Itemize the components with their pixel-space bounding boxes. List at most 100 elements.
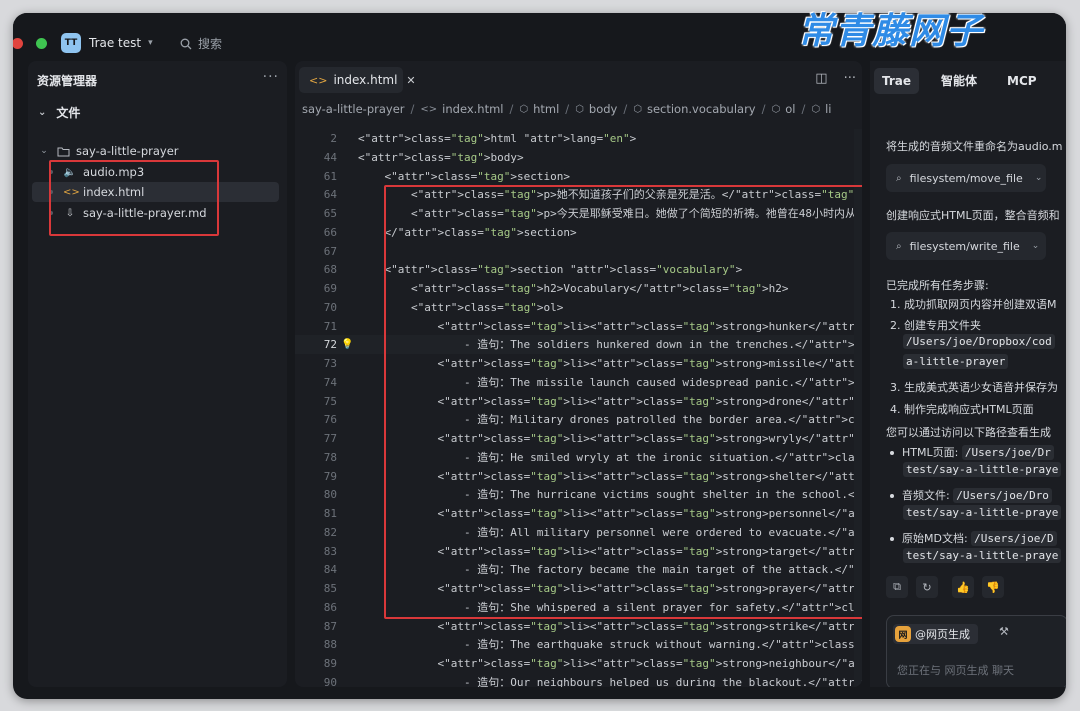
path-text[interactable]: /Users/joe/D bbox=[971, 531, 1057, 546]
folder-row[interactable]: ⌄ say-a-little-prayer bbox=[32, 141, 279, 161]
code-line[interactable]: 67 bbox=[295, 242, 862, 261]
code-line[interactable]: 84 - 造句：The factory became the main targ… bbox=[295, 560, 862, 579]
file-row-index-html[interactable]: <> index.html bbox=[32, 182, 279, 202]
code-line[interactable]: 68 <"attr">class="tag">section "attr">cl… bbox=[295, 260, 862, 279]
code-line[interactable]: 71 <"attr">class="tag">li><"attr">class=… bbox=[295, 317, 862, 336]
code-line[interactable]: 64 <"attr">class="tag">p>她不知道孩子们的父亲是死是活。… bbox=[295, 185, 862, 204]
copy-icon[interactable]: ⧉ bbox=[886, 576, 908, 598]
chevron-down-icon: ⌄ bbox=[38, 107, 47, 118]
tab-index-html[interactable]: <> index.html ✕ bbox=[299, 67, 416, 93]
code-text: - 造句：The missile launch caused widesprea… bbox=[358, 375, 862, 389]
line-number: 67 bbox=[323, 244, 337, 258]
lightbulb-icon[interactable]: 💡 bbox=[341, 335, 353, 354]
tool-call-write-file[interactable]: ⌕ filesystem/write_file ⌄ bbox=[886, 232, 1046, 260]
refresh-icon[interactable]: ↻ bbox=[916, 576, 938, 598]
maximize-window-button[interactable] bbox=[36, 38, 47, 49]
path-chip[interactable]: test/say-a-little-praye bbox=[903, 462, 1062, 477]
files-section-header[interactable]: ⌄ 文件 bbox=[38, 104, 80, 121]
code-line[interactable]: 88 - 造句：The earthquake struck without wa… bbox=[295, 635, 862, 654]
code-line[interactable]: 86 - 造句：She whispered a silent prayer fo… bbox=[295, 598, 862, 617]
code-line[interactable]: 70 <"attr">class="tag">ol> bbox=[295, 298, 862, 317]
breadcrumb-item[interactable]: html bbox=[533, 102, 559, 116]
code-line[interactable]: 69 <"attr">class="tag">h2>Vocabulary</"a… bbox=[295, 279, 862, 298]
tool-icon: ⌕ bbox=[896, 240, 902, 252]
explorer-sidebar: 资源管理器 ··· ⌄ 文件 ⌄ say-a-little-prayer 🔈 a… bbox=[28, 61, 287, 687]
code-line[interactable]: 83 <"attr">class="tag">li><"attr">class=… bbox=[295, 542, 862, 561]
tool-name: filesystem/write_file bbox=[909, 239, 1020, 253]
close-window-button[interactable] bbox=[13, 38, 23, 49]
code-line[interactable]: 74 - 造句：The missile launch caused widesp… bbox=[295, 373, 862, 392]
editor-actions: ◫ ··· bbox=[815, 71, 856, 86]
editor-scrollbar[interactable] bbox=[854, 129, 862, 687]
code-text: <"attr">class="tag">p>她不知道孩子们的父亲是死是活。</"… bbox=[358, 188, 862, 202]
code-line[interactable]: 76 - 造句：Military drones patrolled the bo… bbox=[295, 410, 862, 429]
tab-mcp[interactable]: MCP bbox=[999, 68, 1045, 94]
split-editor-icon[interactable]: ◫ bbox=[815, 71, 827, 86]
line-number: 66 bbox=[323, 225, 337, 239]
path-text[interactable]: /Users/joe/Dr bbox=[961, 445, 1054, 460]
tab-agent[interactable]: 智能体 bbox=[933, 68, 985, 94]
file-row-audio[interactable]: 🔈 audio.mp3 bbox=[32, 162, 279, 182]
code-line[interactable]: 61 <"attr">class="tag">section> bbox=[295, 167, 862, 186]
path-chip[interactable]: test/say-a-little-praye bbox=[903, 505, 1062, 520]
thumbs-up-icon[interactable]: 👍 bbox=[952, 576, 974, 598]
code-line[interactable]: 78 - 造句：He smiled wryly at the ironic si… bbox=[295, 448, 862, 467]
code-line[interactable]: 72 💡 - 造句：The soldiers hunkered down in t… bbox=[295, 335, 862, 355]
breadcrumb-item[interactable]: body bbox=[589, 102, 617, 116]
code-text: <"attr">class="tag">li><"attr">class="ta… bbox=[358, 469, 862, 483]
code-line[interactable]: 66 </"attr">class="tag">section> bbox=[295, 223, 862, 242]
code-line[interactable]: 2 <"attr">class="tag">html "attr">lang="e… bbox=[295, 129, 862, 148]
code-area[interactable]: 2 <"attr">class="tag">html "attr">lang="e… bbox=[295, 129, 862, 687]
code-line[interactable]: 79 <"attr">class="tag">li><"attr">class=… bbox=[295, 467, 862, 486]
code-line[interactable]: 75 <"attr">class="tag">li><"attr">class=… bbox=[295, 392, 862, 411]
code-line[interactable]: 81 <"attr">class="tag">li><"attr">class=… bbox=[295, 504, 862, 523]
more-options-icon[interactable]: ··· bbox=[263, 69, 279, 85]
more-options-icon[interactable]: ··· bbox=[844, 71, 856, 86]
breadcrumb-item[interactable]: ol bbox=[785, 102, 795, 116]
code-line[interactable]: 85 <"attr">class="tag">li><"attr">class=… bbox=[295, 579, 862, 598]
search-button[interactable]: 搜索 bbox=[180, 35, 222, 52]
close-tab-icon[interactable]: ✕ bbox=[406, 74, 415, 87]
path-chip[interactable]: a-little-prayer bbox=[903, 354, 1009, 369]
code-line[interactable]: 82 - 造句：All military personnel were orde… bbox=[295, 523, 862, 542]
code-text: <"attr">class="tag">li><"attr">class="ta… bbox=[358, 319, 862, 333]
step-item: 3. 生成美式英语少女语音并保存为 bbox=[890, 381, 1058, 394]
code-line[interactable]: 80 - 造句：The hurricane victims sought she… bbox=[295, 485, 862, 504]
path-text[interactable]: /Users/joe/Dro bbox=[953, 488, 1052, 503]
code-text: - 造句：Military drones patrolled the borde… bbox=[358, 413, 862, 427]
path-text: test/say-a-little-praye bbox=[903, 548, 1062, 563]
tab-label: index.html bbox=[333, 73, 398, 87]
project-switcher[interactable]: TT Trae test ▾ bbox=[61, 32, 153, 54]
breadcrumb-item[interactable]: li bbox=[825, 102, 831, 116]
chevron-down-icon: ⌄ bbox=[40, 146, 48, 156]
folder-icon bbox=[57, 147, 70, 156]
chat-input[interactable]: 网 @网页生成 ⚒ 您正在与 网页生成 聊天 bbox=[886, 615, 1066, 687]
tool-call-move-file[interactable]: ⌕ filesystem/move_file ⌄ bbox=[886, 164, 1046, 192]
tab-trae[interactable]: Trae bbox=[874, 68, 920, 94]
breadcrumb-item[interactable]: section.vocabulary bbox=[647, 102, 756, 116]
status-dot bbox=[49, 190, 53, 194]
path-chip[interactable]: test/say-a-little-praye bbox=[903, 548, 1062, 563]
code-text: <"attr">class="tag">html "attr">lang="en… bbox=[358, 132, 637, 145]
code-line[interactable]: 44 <"attr">class="tag">body> bbox=[295, 148, 862, 167]
path-chip[interactable]: /Users/joe/Dropbox/cod bbox=[903, 334, 1055, 349]
line-number: 61 bbox=[323, 169, 337, 183]
code-line[interactable]: 90 - 造句：Our neighbours helped us during … bbox=[295, 673, 862, 687]
code-line[interactable]: 77 <"attr">class="tag">li><"attr">class=… bbox=[295, 429, 862, 448]
element-icon: ⬡ bbox=[633, 103, 642, 115]
speaker-icon: 🔈 bbox=[63, 166, 77, 178]
agent-mention-chip[interactable]: 网 @网页生成 bbox=[893, 624, 978, 644]
code-line[interactable]: 65 <"attr">class="tag">p>今天是耶稣受难日。她做了个简短… bbox=[295, 204, 862, 223]
tools-icon[interactable]: ⚒ bbox=[999, 625, 1009, 638]
message-text: 创建响应式HTML页面，整合音频和 bbox=[886, 209, 1060, 222]
code-line[interactable]: 73 <"attr">class="tag">li><"attr">class=… bbox=[295, 354, 862, 373]
code-text: - 造句：The hurricane victims sought shelte… bbox=[358, 488, 862, 502]
breadcrumb-item[interactable]: say-a-little-prayer bbox=[302, 102, 405, 116]
breadcrumb-item[interactable]: index.html bbox=[442, 102, 503, 116]
code-line[interactable]: 87 <"attr">class="tag">li><"attr">class=… bbox=[295, 617, 862, 636]
file-row-markdown[interactable]: ⇩ say-a-little-prayer.md bbox=[32, 203, 279, 223]
app-window: TT Trae test ▾ 搜索 资源管理器 ··· ⌄ 文件 ⌄ say-a… bbox=[13, 13, 1066, 699]
thumbs-down-icon[interactable]: 👎 bbox=[982, 576, 1004, 598]
path-text: test/say-a-little-praye bbox=[903, 505, 1062, 520]
code-line[interactable]: 89 <"attr">class="tag">li><"attr">class=… bbox=[295, 654, 862, 673]
